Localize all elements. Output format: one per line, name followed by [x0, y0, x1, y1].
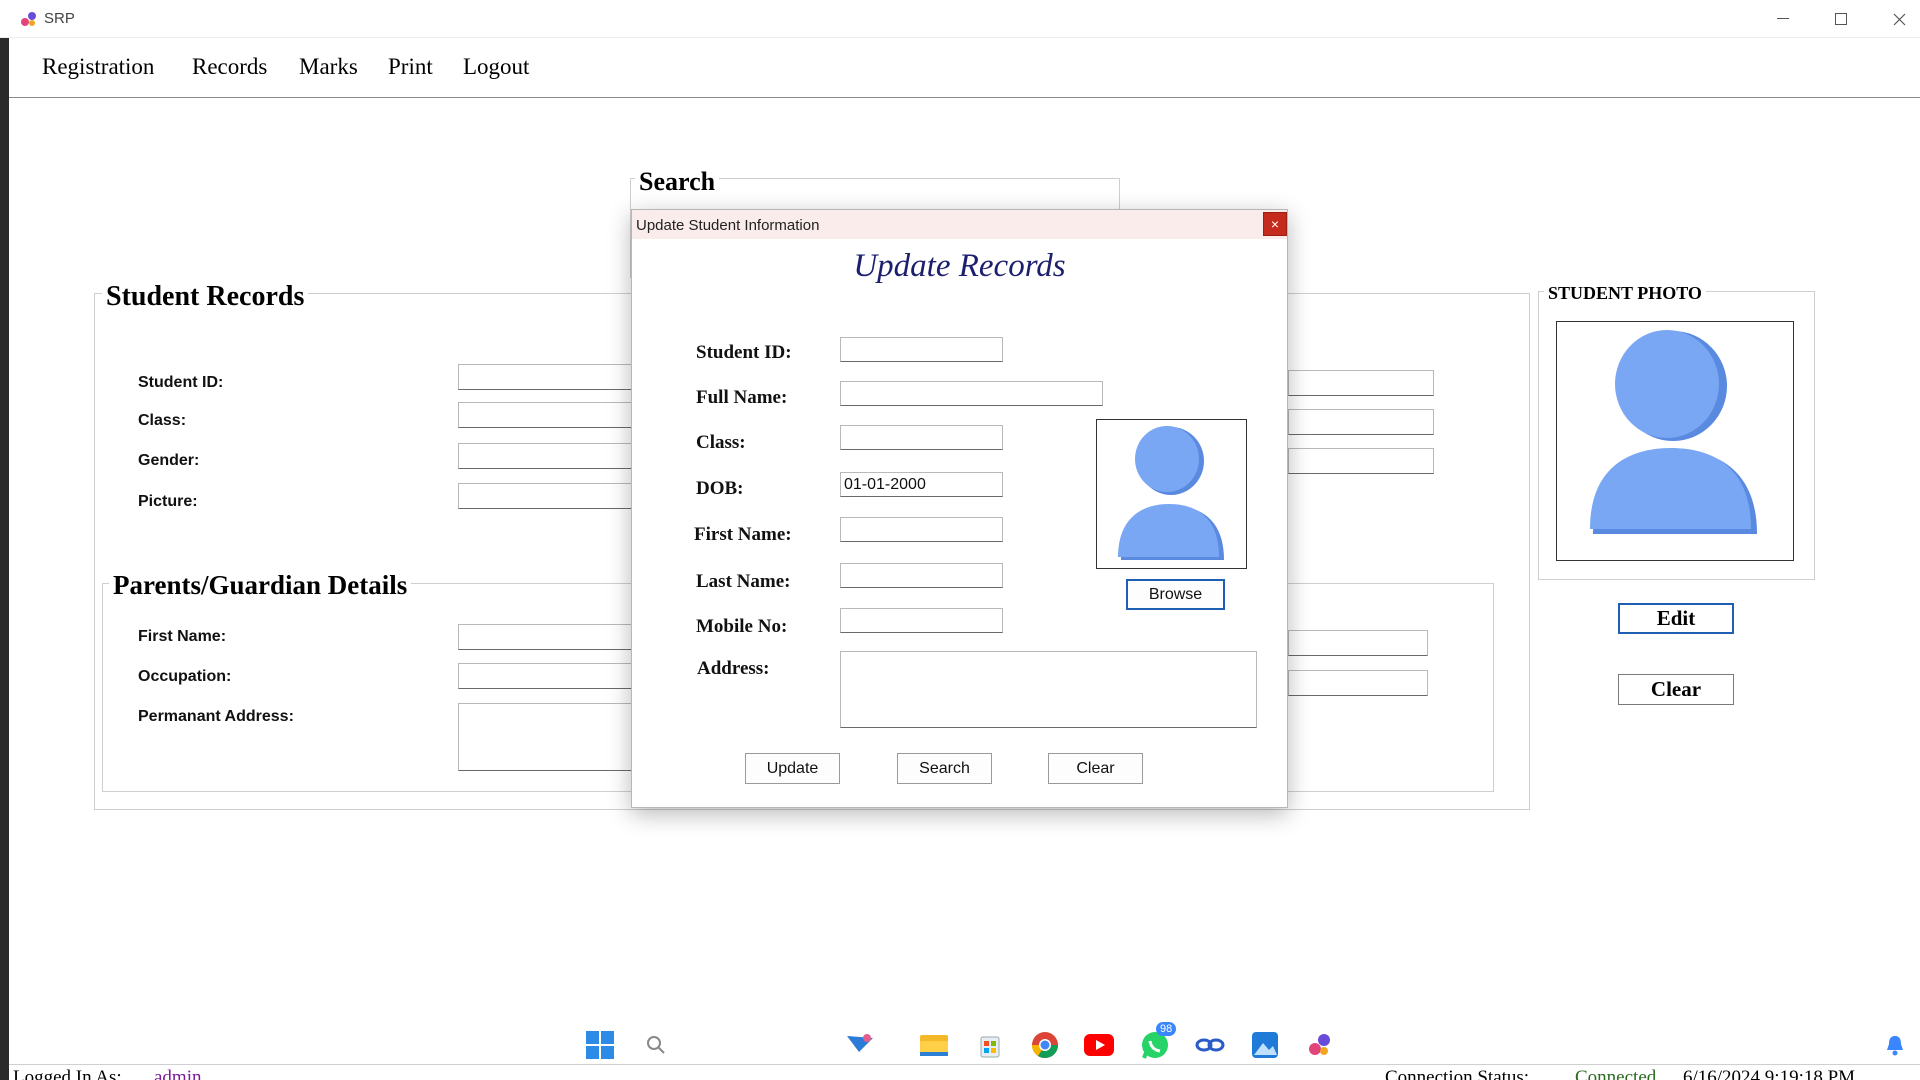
picture-label: Picture:: [138, 493, 198, 510]
dlg-dob-label: DOB:: [696, 478, 744, 499]
dlg-avatar-icon: [1118, 426, 1224, 560]
whatsapp-icon[interactable]: 98: [1140, 1022, 1177, 1060]
student-photo-title: STUDENT PHOTO: [1544, 283, 1706, 304]
parents-title: Parents/Guardian Details: [109, 570, 412, 601]
close-icon[interactable]: [1876, 4, 1920, 34]
occupation-label: Occupation:: [138, 668, 232, 685]
class-label: Class:: [138, 412, 187, 429]
app-icon[interactable]: [845, 1030, 875, 1060]
dlg-dob-field[interactable]: 01-01-2000: [840, 472, 1003, 497]
right-field-2[interactable]: [1288, 409, 1434, 435]
file-explorer-icon[interactable]: [919, 1030, 949, 1060]
right-field-1[interactable]: [1288, 370, 1434, 396]
picture-field[interactable]: [458, 483, 638, 509]
window-edge: [0, 38, 9, 1080]
search-title: Search: [635, 167, 720, 197]
status-bar: Logged In As: admin Connection Status: C…: [9, 1064, 1920, 1080]
link-icon[interactable]: [1195, 1030, 1225, 1060]
menu-print[interactable]: Print: [388, 54, 433, 80]
class-field[interactable]: [458, 402, 638, 428]
dlg-full-name-label: Full Name:: [696, 387, 788, 408]
app-logo-icon: [21, 12, 36, 26]
whatsapp-badge: 98: [1156, 1022, 1177, 1036]
permanent-address-field[interactable]: [458, 703, 638, 771]
update-button[interactable]: Update: [745, 753, 840, 784]
browse-button[interactable]: Browse: [1126, 579, 1225, 610]
maximize-icon[interactable]: [1818, 4, 1864, 34]
dialog-title: Update Student Information: [636, 217, 820, 234]
dlg-photo-box: [1096, 419, 1247, 569]
dlg-clear-button[interactable]: Clear: [1048, 753, 1143, 784]
taskbar: 98: [9, 1020, 1920, 1064]
edit-button[interactable]: Edit: [1618, 603, 1734, 634]
parent-first-name-field[interactable]: [458, 624, 638, 650]
dlg-first-name-field[interactable]: [840, 517, 1003, 542]
srp-app-icon[interactable]: [1305, 1030, 1335, 1060]
store-icon[interactable]: [975, 1030, 1005, 1060]
student-photo: [1556, 321, 1794, 561]
menu-registration[interactable]: Registration: [42, 54, 154, 80]
permanent-address-label: Permanant Address:: [138, 708, 294, 725]
connection-status-label: Connection Status:: [1385, 1067, 1530, 1080]
logged-in-label: Logged In As:: [13, 1067, 122, 1080]
window-title: SRP: [44, 10, 75, 27]
dialog-titlebar: Update Student Information ×: [632, 210, 1287, 239]
dialog-heading: Update Records: [853, 248, 1066, 284]
search-icon[interactable]: [641, 1030, 671, 1060]
student-id-field[interactable]: [458, 364, 638, 390]
user-avatar-icon: [1590, 330, 1757, 534]
gender-field[interactable]: [458, 443, 638, 469]
dialog-close-button[interactable]: ×: [1263, 212, 1287, 236]
right-field-3[interactable]: [1288, 448, 1434, 474]
chrome-icon[interactable]: [1030, 1030, 1060, 1060]
windows-start-icon[interactable]: [585, 1030, 615, 1060]
right-field-4[interactable]: [1288, 630, 1428, 656]
window-titlebar: SRP: [0, 0, 1920, 38]
menu-records[interactable]: Records: [192, 54, 267, 80]
parent-first-name-label: First Name:: [138, 628, 227, 645]
minimize-icon[interactable]: [1760, 4, 1806, 34]
photos-icon[interactable]: [1250, 1030, 1280, 1060]
dlg-last-name-field[interactable]: [840, 563, 1003, 588]
dlg-class-field[interactable]: [840, 425, 1003, 450]
right-field-5[interactable]: [1288, 670, 1428, 696]
dlg-class-label: Class:: [696, 432, 746, 453]
dlg-last-name-label: Last Name:: [696, 571, 791, 592]
notification-bell-icon[interactable]: [1880, 1030, 1910, 1060]
logged-in-user: admin: [154, 1067, 202, 1080]
dlg-address-label: Address:: [697, 658, 770, 679]
dlg-student-id-field[interactable]: [840, 337, 1003, 362]
dlg-mobile-field[interactable]: [840, 608, 1003, 633]
connection-status-value: Connected: [1575, 1067, 1657, 1080]
gender-label: Gender:: [138, 452, 200, 469]
menu-bar: Registration Records Marks Print Logout: [9, 38, 1920, 98]
dlg-first-name-label: First Name:: [694, 524, 792, 545]
dlg-student-id-label: Student ID:: [696, 342, 792, 363]
occupation-field[interactable]: [458, 663, 638, 689]
youtube-icon[interactable]: [1084, 1030, 1114, 1060]
photo-clear-button[interactable]: Clear: [1618, 674, 1734, 705]
dlg-full-name-field[interactable]: [840, 381, 1103, 406]
student-id-label: Student ID:: [138, 374, 224, 391]
menu-logout[interactable]: Logout: [463, 54, 529, 80]
dlg-mobile-label: Mobile No:: [696, 616, 788, 637]
update-dialog: Update Student Information × Update Reco…: [631, 209, 1288, 808]
dlg-address-field[interactable]: [840, 651, 1257, 728]
dlg-search-button[interactable]: Search: [897, 753, 992, 784]
menu-marks[interactable]: Marks: [299, 54, 358, 80]
student-records-title: Student Records: [102, 281, 309, 313]
status-datetime: 6/16/2024 9:19:18 PM: [1683, 1067, 1856, 1080]
